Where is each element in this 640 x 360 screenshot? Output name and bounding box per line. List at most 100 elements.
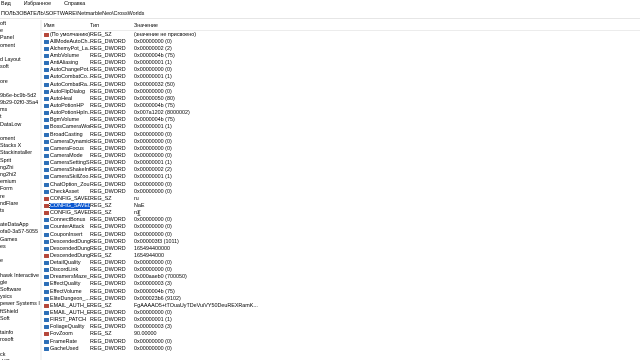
- tree-item[interactable]: DataLow: [0, 122, 40, 129]
- tree-item[interactable]: soft: [0, 64, 40, 71]
- list-row[interactable]: AutoPotionHpIn... REG_DWORD 0x007a1202 (80…: [42, 110, 640, 117]
- menu-item[interactable]: Справка: [64, 1, 85, 7]
- tree-item[interactable]: [0, 323, 40, 330]
- tree-item[interactable]: Software: [0, 287, 40, 294]
- tree-item[interactable]: Stackinstaller: [0, 150, 40, 157]
- list-row[interactable]: AllModeAutoCh... REG_DWORD 0x00000000 (0): [42, 38, 640, 45]
- tree-item[interactable]: ck: [0, 352, 40, 359]
- tree-item[interactable]: 9b29-02f0-35a4: [0, 100, 40, 107]
- list-row[interactable]: BroadCasting REG_DWORD 0x00000000 (0): [42, 131, 640, 138]
- tree-item[interactable]: re: [0, 194, 40, 201]
- tree-item[interactable]: gle: [0, 280, 40, 287]
- list-row[interactable]: FovZoom REG_SZ 90.00000: [42, 331, 640, 338]
- list-row[interactable]: AntiAliasing REG_DWORD 0x00000001 (1): [42, 60, 640, 67]
- list-row[interactable]: CONFIG_SAVED_...REG_SZ ru: [42, 195, 640, 202]
- column-name-header[interactable]: Имя: [42, 23, 90, 29]
- list-row[interactable]: DescendedDung...REG_SZ 1654944000: [42, 252, 640, 259]
- list-row[interactable]: CONFIG_SAVED_...REG_SZ NaE: [42, 202, 640, 209]
- list-row[interactable]: AutoFlipDialog REG_DWORD 0x00000000 (0): [42, 88, 640, 95]
- list-row[interactable]: EliteDungeon_... REG_DWORD 0x000023b6 (910…: [42, 295, 640, 302]
- tree-item[interactable]: es: [0, 244, 40, 251]
- tree-item[interactable]: [0, 344, 40, 351]
- list-row[interactable]: CONFIG_SAVED_...REG_SZ ru: [42, 210, 640, 217]
- list-row[interactable]: CameraSkillZoo... REG_DWORD 0x00000001 (1): [42, 174, 640, 181]
- tree-item[interactable]: [0, 251, 40, 258]
- list-row[interactable]: EffectQuality REG_DWORD 0x00000003 (3): [42, 281, 640, 288]
- list-row[interactable]: CounterAttack REG_DWORD 0x00000000 (0): [42, 224, 640, 231]
- tree-item[interactable]: oment: [0, 136, 40, 143]
- tree-item[interactable]: 9b6e-bc9b-5d2: [0, 93, 40, 100]
- list-row[interactable]: GacheUsed REG_DWORD 0x00000000 (0): [42, 345, 640, 352]
- list-row[interactable]: FoliageQuality REG_DWORD 0x00000003 (3): [42, 324, 640, 331]
- list-row[interactable]: AlchemyPot_La... REG_DWORD 0x00000002 (2): [42, 45, 640, 52]
- list-row[interactable]: CameraDynamic...REG_DWORD 0x00000000 (0): [42, 138, 640, 145]
- column-type-header[interactable]: Тип: [90, 23, 134, 29]
- list-row[interactable]: DetailQuality REG_DWORD 0x00000000 (0): [42, 260, 640, 267]
- address-path[interactable]: ПОЛЬЗОВАТЕЛЬ\SOFTWARE\NetmarbleNeo\Cross…: [1, 11, 144, 17]
- tree-item[interactable]: Panel: [0, 35, 40, 42]
- address-bar[interactable]: ПОЛЬЗОВАТЕЛЬ\SOFTWARE\NetmarbleNeo\Cross…: [0, 10, 640, 19]
- tree-item[interactable]: t: [0, 114, 40, 121]
- registry-tree[interactable]: oft e Panel oment d Layout soft ore 9b6e-bc9b-5…: [0, 21, 41, 360]
- tree-item[interactable]: ms: [0, 107, 40, 114]
- list-row[interactable]: DiscordLink REG_DWORD 0x00000000 (0): [42, 267, 640, 274]
- tree-item[interactable]: ore: [0, 79, 40, 86]
- list-row[interactable]: BossCameraWork REG_DWORD 0x00000001 (1): [42, 124, 640, 131]
- menu-item[interactable]: Вид: [1, 1, 11, 7]
- list-row[interactable]: AutoHeal REG_DWORD 0x00000050 (80): [42, 95, 640, 102]
- tree-item[interactable]: hawk Interactive: [0, 273, 40, 280]
- list-row[interactable]: AutoCombatRa... REG_DWORD 0x00000032 (50): [42, 81, 640, 88]
- values-list[interactable]: Имя Тип Значение (По умолчанию) REG_SZ (зн…: [42, 21, 640, 360]
- list-row[interactable]: DescendedDung...REG_DWORD 0x000003f3 (101…: [42, 238, 640, 245]
- tree-item[interactable]: d Layout: [0, 57, 40, 64]
- list-row[interactable]: AmbVolume REG_DWORD 0x0000004b (75): [42, 52, 640, 59]
- list-row[interactable]: DreamersMaze_... REG_DWORD 0x000aaeb0 (700…: [42, 274, 640, 281]
- list-row[interactable]: (По умолчанию) REG_SZ (значение не присвое…: [42, 31, 640, 38]
- tree-item[interactable]: ftShield: [0, 309, 40, 316]
- list-row[interactable]: CameraShakeInt...REG_DWORD 0x00000002 (2): [42, 167, 640, 174]
- list-row[interactable]: CameraFocus REG_DWORD 0x00000000 (0): [42, 145, 640, 152]
- tree-item[interactable]: ts: [0, 208, 40, 215]
- list-row[interactable]: ConnectBonus REG_DWORD 0x00000000 (0): [42, 217, 640, 224]
- tree-item[interactable]: oft: [0, 21, 40, 28]
- tree-item[interactable]: Form: [0, 186, 40, 193]
- list-row[interactable]: AutoChangePot... REG_DWORD 0x00000000 (0): [42, 67, 640, 74]
- list-row[interactable]: FIRST_PATCH REG_DWORD 0x00000001 (1): [42, 317, 640, 324]
- tree-item[interactable]: e: [0, 258, 40, 265]
- list-row[interactable]: ChatOption_Zou... REG_DWORD 0x00000000 (0): [42, 181, 640, 188]
- tree-item[interactable]: pewer Systems I: [0, 301, 40, 308]
- tree-item[interactable]: Sprit: [0, 158, 40, 165]
- tree-item[interactable]: Games: [0, 237, 40, 244]
- tree-item[interactable]: tainfo: [0, 330, 40, 337]
- tree-item[interactable]: ngZhi: [0, 165, 40, 172]
- list-row[interactable]: DescendedDung...REG_DWORD 165494400000: [42, 245, 640, 252]
- tree-item[interactable]: ng2hi2: [0, 172, 40, 179]
- tree-item[interactable]: [0, 71, 40, 78]
- tree-item[interactable]: [0, 265, 40, 272]
- tree-item[interactable]: rosoft: [0, 337, 40, 344]
- tree-item[interactable]: ofa0-3a57-5055: [0, 229, 40, 236]
- tree-item[interactable]: ndFlare: [0, 201, 40, 208]
- tree-item[interactable]: ateDataApp: [0, 222, 40, 229]
- tree-item[interactable]: ysics: [0, 294, 40, 301]
- tree-item[interactable]: emium: [0, 179, 40, 186]
- tree-item[interactable]: [0, 215, 40, 222]
- tree-item[interactable]: Stacks X: [0, 143, 40, 150]
- list-row[interactable]: CameraMode REG_DWORD 0x00000000 (0): [42, 152, 640, 159]
- column-value-header[interactable]: Значение: [134, 23, 640, 29]
- list-row[interactable]: CouponInsert REG_DWORD 0x00000000 (0): [42, 231, 640, 238]
- tree-item[interactable]: [0, 50, 40, 57]
- list-row[interactable]: BgmVolume REG_DWORD 0x0000004b (75): [42, 117, 640, 124]
- list-row[interactable]: CheckAsset REG_DWORD 0x00000000 (0): [42, 188, 640, 195]
- list-row[interactable]: FrameRate REG_DWORD 0x00000000 (0): [42, 338, 640, 345]
- tree-item[interactable]: Soft: [0, 316, 40, 323]
- list-row[interactable]: AutoCombatCo... REG_DWORD 0x00000001 (1): [42, 74, 640, 81]
- tree-item[interactable]: [0, 86, 40, 93]
- menu-item[interactable]: Избранное: [24, 1, 51, 7]
- tree-item[interactable]: oment: [0, 43, 40, 50]
- list-row[interactable]: EMAIL_AUTH_E...REG_SZ FgAAAAO5+tTOuaUyTDe…: [42, 302, 640, 309]
- list-row[interactable]: CameraSettingS... REG_DWORD 0x00000001 (1): [42, 160, 640, 167]
- list-row[interactable]: AutoPotionHP REG_DWORD 0x0000004b (75): [42, 102, 640, 109]
- list-row[interactable]: EMAIL_AUTH_E...REG_DWORD 0x00000000 (0): [42, 309, 640, 316]
- list-row[interactable]: EffectVolume REG_DWORD 0x0000004b (75): [42, 288, 640, 295]
